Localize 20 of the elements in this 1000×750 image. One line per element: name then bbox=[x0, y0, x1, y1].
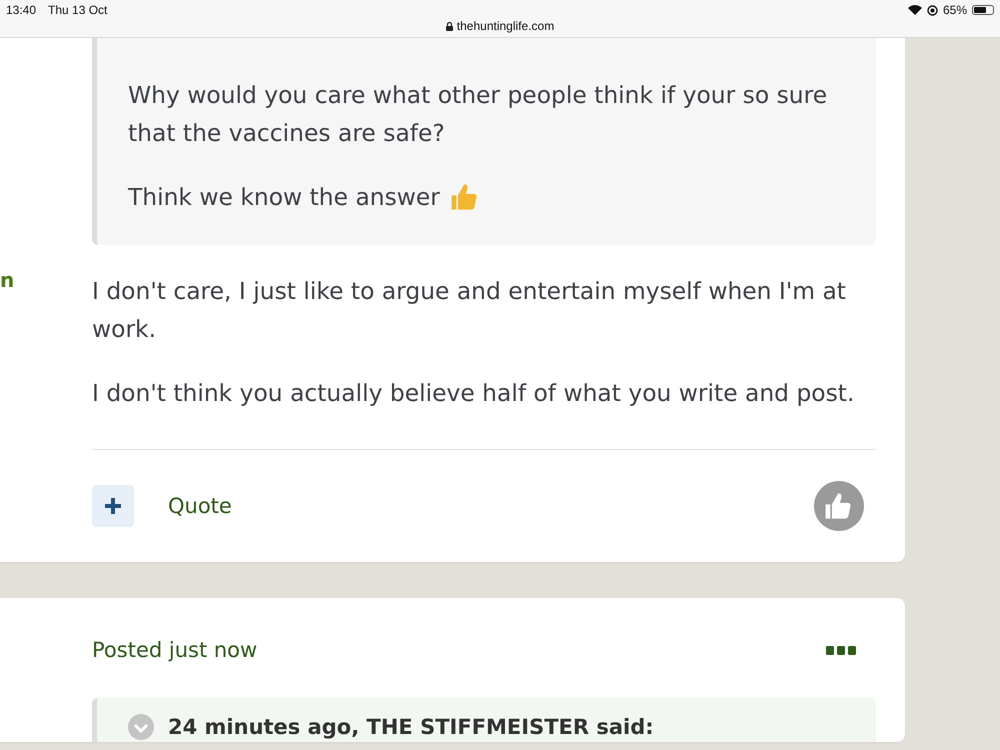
author-name[interactable]: n bbox=[0, 268, 14, 292]
battery-icon bbox=[972, 5, 994, 15]
lock-icon bbox=[446, 22, 453, 30]
wifi-icon bbox=[908, 5, 922, 15]
quote-attribution: 24 minutes ago, THE STIFFMEISTER said: bbox=[168, 715, 654, 739]
battery-percent: 65% bbox=[942, 3, 967, 17]
quote-button[interactable]: Quote bbox=[168, 494, 232, 518]
clock-time: 13:40 bbox=[6, 3, 36, 17]
add-button[interactable] bbox=[92, 485, 134, 527]
like-button[interactable] bbox=[814, 481, 864, 531]
location-icon bbox=[926, 4, 938, 16]
post-text: I don't care, I just like to argue and entertain myself when I'm at work. bbox=[92, 276, 847, 345]
url-text[interactable]: thehuntinglife.com bbox=[456, 19, 554, 33]
post-text: I don't think you actually believe half of what you write and post. bbox=[92, 378, 856, 409]
date-text: Thu 13 Oct bbox=[48, 3, 108, 17]
quote-text: Think we know the answer bbox=[128, 182, 440, 213]
post-time[interactable]: Posted just now bbox=[92, 638, 258, 662]
quote-text: Why would you care what other people think if your so sure that the vaccines are safe? bbox=[128, 80, 828, 149]
plus-icon bbox=[104, 497, 122, 515]
more-options-icon[interactable] bbox=[826, 646, 856, 654]
